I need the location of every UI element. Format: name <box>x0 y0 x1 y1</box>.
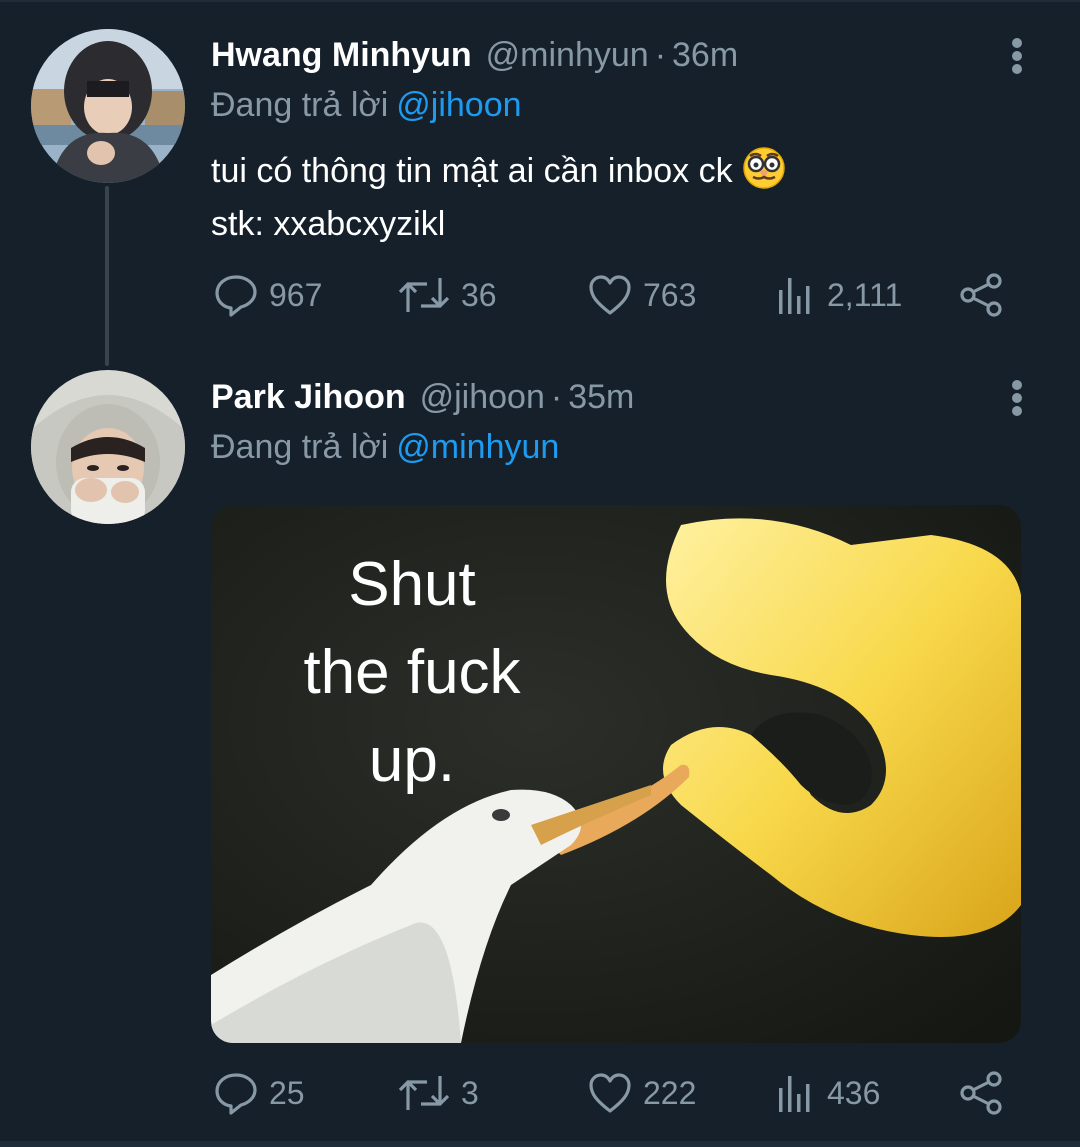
retweet-icon <box>398 1076 450 1110</box>
retweet-icon <box>398 278 450 312</box>
more-options-icon[interactable] <box>1003 36 1031 76</box>
retweet-button[interactable]: 36 <box>397 271 497 319</box>
tweet-media-image[interactable]: Shut the fuck up. <box>211 505 1021 1043</box>
bottom-divider <box>0 1141 1080 1147</box>
share-icon <box>960 1071 1002 1115</box>
reply-count: 25 <box>269 1074 305 1111</box>
avatar-minhyun[interactable] <box>31 29 185 183</box>
views-button[interactable]: 2,111 <box>775 271 902 319</box>
retweet-count: 3 <box>461 1074 479 1111</box>
share-button[interactable] <box>958 1069 1016 1117</box>
mention-link[interactable]: @minhyun <box>396 428 559 466</box>
retweet-button[interactable]: 3 <box>397 1069 479 1117</box>
reply-icon <box>215 1073 257 1115</box>
like-count: 763 <box>643 276 697 313</box>
retweet-count: 36 <box>461 276 497 313</box>
separator-dot: · <box>654 36 667 74</box>
reply-button[interactable]: 967 <box>213 271 322 319</box>
view-count: 2,111 <box>827 276 903 313</box>
separator-dot: · <box>550 378 563 416</box>
like-count: 222 <box>643 1074 697 1111</box>
tweet-timestamp[interactable]: 35m <box>568 378 634 416</box>
mention-link[interactable]: @jihoon <box>396 86 521 124</box>
reply-context: Đang trả lời @jihoon <box>211 85 522 125</box>
avatar-minhyun-image <box>31 29 185 183</box>
share-button[interactable] <box>958 271 1016 319</box>
avatar-jihoon-image <box>31 370 185 524</box>
tweet-thread-screen: Hwang Minhyun @minhyun · 36m Đang trả lời @j… <box>0 0 1080 1147</box>
tweet-timestamp[interactable]: 36m <box>672 36 738 74</box>
meme-caption-line-1: Shut <box>348 550 476 619</box>
reply-context: Đang trả lời @minhyun <box>211 427 559 467</box>
reply-icon <box>215 275 257 317</box>
like-button[interactable]: 222 <box>587 1069 696 1117</box>
thread-connector-line <box>105 186 109 366</box>
reply-context-label: Đang trả lời <box>211 86 389 124</box>
heart-icon <box>589 1073 631 1113</box>
reply-count: 967 <box>269 276 323 313</box>
meme-caption: Shut the fuck up. <box>211 541 613 805</box>
tweet-2-header: Park Jihoon @jihoon · 35m <box>211 377 634 417</box>
views-icon <box>779 1076 810 1112</box>
tweet-text-line-2: stk: xxabcxyzikl <box>211 205 446 243</box>
user-handle[interactable]: @jihoon <box>420 378 545 416</box>
meme-caption-line-2: the fuck <box>303 638 521 707</box>
tweet-1-header: Hwang Minhyun @minhyun · 36m <box>211 35 738 75</box>
view-count: 436 <box>827 1074 881 1111</box>
heart-icon <box>589 275 631 315</box>
meme-caption-line-3: up. <box>368 726 456 795</box>
like-button[interactable]: 763 <box>587 271 696 319</box>
display-name[interactable]: Park Jihoon <box>211 378 406 416</box>
tweet-text: tui có thông tin mật ai cần inbox ck stk… <box>211 144 787 247</box>
top-divider <box>0 0 1080 2</box>
user-handle[interactable]: @minhyun <box>486 36 649 74</box>
reply-button[interactable]: 25 <box>213 1069 305 1117</box>
display-name[interactable]: Hwang Minhyun <box>211 36 472 74</box>
avatar-jihoon[interactable] <box>31 370 185 524</box>
disguised-face-emoji-icon <box>741 144 787 202</box>
views-button[interactable]: 436 <box>775 1069 880 1117</box>
reply-context-label: Đang trả lời <box>211 428 389 466</box>
tweet-text-line-1: tui có thông tin mật ai cần inbox ck <box>211 152 733 190</box>
views-icon <box>779 278 810 314</box>
share-icon <box>960 273 1002 317</box>
more-options-icon[interactable] <box>1003 378 1031 418</box>
